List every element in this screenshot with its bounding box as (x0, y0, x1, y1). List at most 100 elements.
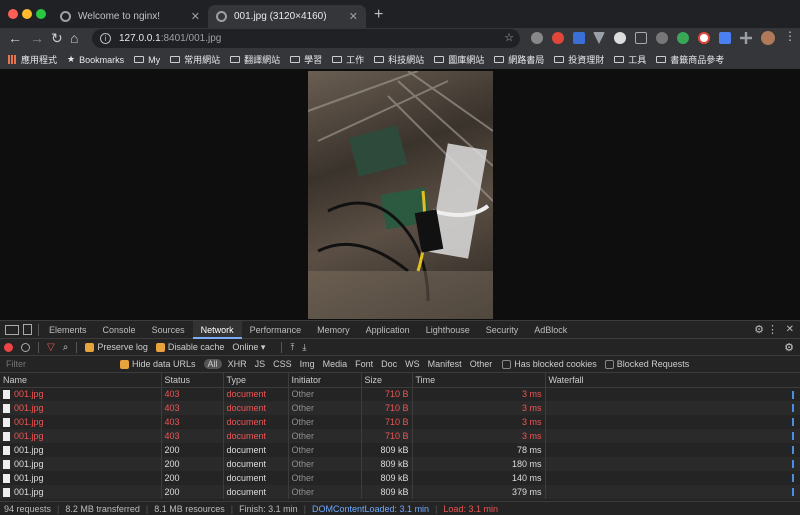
settings-gear-icon[interactable]: ⚙ (754, 323, 764, 336)
table-row[interactable]: 001.jpg 403 document Other 710 B 3 ms (0, 401, 800, 415)
table-row[interactable]: 001.jpg 403 document Other 710 B 3 ms (0, 429, 800, 443)
type-filter-font[interactable]: Font (353, 359, 375, 369)
tab-image[interactable]: 001.jpg (3120×4160) ✕ (208, 5, 366, 28)
bookmark-item[interactable]: 工具 (614, 53, 646, 66)
table-row[interactable]: 001.jpg 200 document Other 809 kB 78 ms (0, 443, 800, 457)
adblock-icon[interactable] (552, 32, 564, 44)
inspect-icon[interactable] (5, 324, 19, 335)
table-row[interactable]: 001.jpg 200 document Other 809 kB 140 ms (0, 471, 800, 485)
vue-icon[interactable] (593, 32, 605, 44)
tab-lighthouse[interactable]: Lighthouse (418, 321, 478, 339)
blocked-requests-checkbox[interactable]: Blocked Requests (604, 359, 689, 370)
cell-name: 001.jpg (0, 471, 162, 485)
preserve-log-checkbox[interactable]: Preserve log (85, 342, 148, 353)
type-filter-img[interactable]: Img (298, 359, 317, 369)
cast-icon[interactable] (635, 32, 647, 44)
close-tab-icon[interactable]: ✕ (191, 10, 200, 23)
tab-performance[interactable]: Performance (242, 321, 310, 339)
bookmark-item[interactable]: 投資理財 (554, 53, 604, 66)
bookmark-item[interactable]: 網路書局 (494, 53, 544, 66)
new-tab-button[interactable]: + (374, 6, 383, 24)
tab-elements[interactable]: Elements (41, 321, 95, 339)
pocket-icon[interactable] (698, 32, 710, 44)
home-button[interactable]: ⌂ (70, 30, 78, 46)
disable-cache-checkbox[interactable]: Disable cache (155, 342, 224, 353)
hide-data-urls-checkbox[interactable]: Hide data URLs (120, 359, 196, 370)
tab-strip: Welcome to nginx! ✕ 001.jpg (3120×4160) … (0, 0, 800, 28)
tab-memory[interactable]: Memory (309, 321, 358, 339)
filter-input[interactable] (4, 356, 112, 372)
type-filter-media[interactable]: Media (321, 359, 350, 369)
column-header-initiator[interactable]: Initiator (288, 373, 362, 388)
filter-icon[interactable]: ▽ (47, 342, 55, 353)
bookmark-item[interactable]: 常用網站 (170, 53, 220, 66)
has-blocked-cookies-checkbox[interactable]: Has blocked cookies (502, 359, 597, 370)
export-har-icon[interactable]: ⤓ (302, 342, 306, 353)
column-header-status[interactable]: Status (161, 373, 224, 388)
close-window-button[interactable] (8, 9, 18, 19)
tab-sources[interactable]: Sources (144, 321, 193, 339)
shield-icon[interactable] (573, 32, 585, 44)
info-icon[interactable]: i (100, 33, 111, 44)
type-filter-js[interactable]: JS (253, 359, 268, 369)
column-header-type[interactable]: Type (223, 373, 289, 388)
bookmark-item[interactable]: My (134, 55, 160, 65)
extension-icon[interactable] (614, 32, 626, 44)
type-filter-xhr[interactable]: XHR (226, 359, 249, 369)
menu-icon[interactable]: ⋮ (784, 29, 796, 43)
bookmark-item[interactable]: 圖庫網站 (434, 53, 484, 66)
type-filter-other[interactable]: Other (468, 359, 495, 369)
forward-button[interactable]: → (30, 30, 44, 46)
throttle-select[interactable]: Online ▾ (232, 342, 265, 353)
table-row[interactable]: 001.jpg 403 document Other 710 B 3 ms (0, 415, 800, 429)
bookmark-item[interactable]: 書籤商品參考 (656, 53, 724, 66)
record-icon[interactable] (4, 342, 13, 352)
bookmark-star-icon[interactable]: ☆ (504, 31, 514, 44)
tab-adblock[interactable]: AdBlock (526, 321, 575, 339)
bookmark-item[interactable]: 工作 (332, 53, 364, 66)
back-button[interactable]: ← (8, 30, 22, 46)
extension-icon[interactable] (531, 32, 543, 44)
more-options-icon[interactable]: ⋮ (767, 323, 778, 336)
type-filter-doc[interactable]: Doc (379, 359, 399, 369)
type-filter-manifest[interactable]: Manifest (426, 359, 464, 369)
bookmark-label: 工具 (628, 55, 647, 65)
device-toggle-icon[interactable] (23, 324, 32, 335)
type-filter-all[interactable]: All (203, 359, 222, 369)
translate-icon[interactable] (719, 32, 731, 44)
search-icon[interactable]: ⌕ (63, 342, 69, 353)
type-filter-css[interactable]: CSS (271, 359, 294, 369)
address-bar[interactable]: i 127.0.0.1:8401/001.jpg ☆ (92, 29, 520, 48)
tab-console[interactable]: Console (95, 321, 144, 339)
reload-button[interactable]: ↻ (51, 30, 63, 47)
tab-nginx[interactable]: Welcome to nginx! ✕ (52, 5, 208, 28)
bookmark-item[interactable]: 科技網站 (374, 53, 424, 66)
bookmark-item[interactable]: ★ Bookmarks (67, 54, 124, 65)
tab-security[interactable]: Security (478, 321, 527, 339)
tab-network[interactable]: Network (192, 320, 242, 339)
close-devtools-icon[interactable]: ✕ (786, 324, 794, 335)
avatar[interactable] (761, 31, 775, 45)
bookmark-item[interactable]: 學習 (290, 53, 322, 66)
minimize-window-button[interactable] (22, 9, 32, 19)
column-header-time[interactable]: Time (412, 373, 546, 388)
maximize-window-button[interactable] (36, 9, 46, 19)
table-row[interactable]: 001.jpg 200 document Other 809 kB 180 ms (0, 457, 800, 471)
clear-icon[interactable] (21, 342, 30, 352)
evernote-icon[interactable] (677, 32, 689, 44)
table-row[interactable]: 001.jpg 200 document Other 809 kB 379 ms (0, 485, 800, 499)
gear-icon[interactable] (656, 32, 668, 44)
column-header-waterfall[interactable]: Waterfall (545, 373, 800, 388)
column-header-size[interactable]: Size (361, 373, 413, 388)
type-filter-ws[interactable]: WS (403, 359, 422, 369)
puzzle-icon[interactable] (740, 32, 752, 44)
close-tab-icon[interactable]: ✕ (349, 10, 358, 23)
cell-text: 403 (164, 431, 180, 441)
import-har-icon[interactable]: ⤒ (290, 342, 294, 353)
tab-application[interactable]: Application (358, 321, 418, 339)
network-settings-gear-icon[interactable]: ⚙ (784, 341, 794, 354)
column-header-name[interactable]: Name (0, 373, 162, 388)
bookmark-item[interactable]: 翻譯網站 (230, 53, 280, 66)
bookmark-item[interactable]: 應用程式 (8, 53, 57, 66)
table-row[interactable]: 001.jpg 403 document Other 710 B 3 ms (0, 387, 800, 401)
